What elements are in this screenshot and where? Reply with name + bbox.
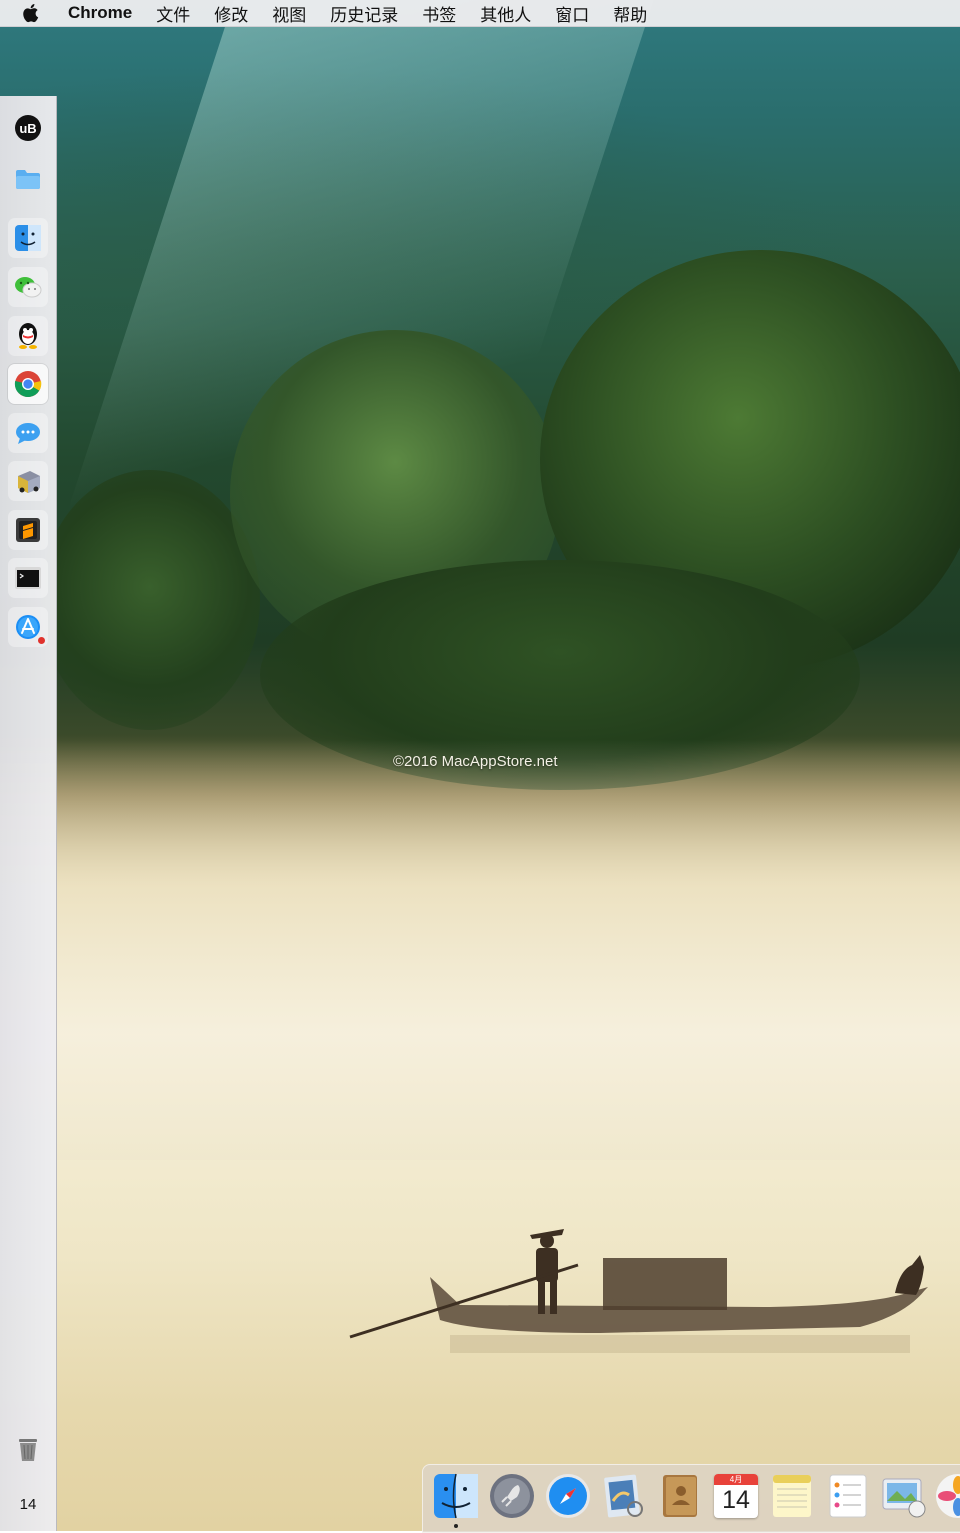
finder-icon[interactable] xyxy=(8,218,48,258)
date-label: 14 xyxy=(19,1496,37,1513)
menu-history[interactable]: 历史记录 xyxy=(330,1,398,26)
wallpaper-tree xyxy=(40,470,260,730)
calendar-icon[interactable]: 4月 14 xyxy=(711,1471,761,1521)
fisherman-boat-silhouette xyxy=(349,1229,928,1353)
finder-icon[interactable] xyxy=(431,1471,481,1521)
ublock-badge: uB xyxy=(15,115,41,141)
notification-dot xyxy=(38,637,45,644)
qq-icon[interactable] xyxy=(8,316,48,356)
trash-icon[interactable] xyxy=(8,1430,48,1470)
terminal-icon[interactable] xyxy=(8,558,48,598)
menu-window[interactable]: 窗口 xyxy=(555,1,589,26)
desktop-wallpaper: ©2016 MacAppStore.net xyxy=(0,0,960,1531)
notes-icon[interactable] xyxy=(767,1471,817,1521)
menu-app-name[interactable]: Chrome xyxy=(68,3,132,23)
wallpaper-mist xyxy=(0,740,960,1160)
folder-icon[interactable] xyxy=(8,159,48,199)
running-indicator xyxy=(454,1524,458,1528)
menu-file[interactable]: 文件 xyxy=(156,1,190,26)
sublime-text-icon[interactable] xyxy=(8,510,48,550)
calendar-face: 4月 14 xyxy=(714,1474,758,1518)
safari-icon[interactable] xyxy=(543,1471,593,1521)
calendar-month: 4月 xyxy=(714,1474,758,1485)
transmit-icon[interactable] xyxy=(8,461,48,501)
menu-people[interactable]: 其他人 xyxy=(480,1,531,26)
calendar-day: 14 xyxy=(722,1486,750,1514)
photo-booth-icon[interactable] xyxy=(879,1471,929,1521)
side-dock: uB 14 xyxy=(0,96,57,1531)
apple-icon[interactable] xyxy=(22,3,50,23)
wechat-icon[interactable] xyxy=(8,267,48,307)
wallpaper-watermark: ©2016 MacAppStore.net xyxy=(393,753,558,770)
menu-help[interactable]: 帮助 xyxy=(613,1,647,26)
ublock-icon[interactable]: uB xyxy=(8,108,48,148)
menu-edit[interactable]: 修改 xyxy=(214,1,248,26)
contacts-icon[interactable] xyxy=(655,1471,705,1521)
bottom-dock: 4月 14 xyxy=(422,1464,960,1533)
app-store-icon[interactable] xyxy=(8,607,48,647)
messages-icon[interactable] xyxy=(8,413,48,453)
menu-bookmarks[interactable]: 书签 xyxy=(422,1,456,26)
launchpad-icon[interactable] xyxy=(487,1471,537,1521)
photos-icon[interactable] xyxy=(933,1471,960,1521)
chrome-icon[interactable] xyxy=(8,364,48,404)
menu-bar: Chrome 文件 修改 视图 历史记录 书签 其他人 窗口 帮助 xyxy=(0,0,960,27)
reminders-icon[interactable] xyxy=(823,1471,873,1521)
menu-view[interactable]: 视图 xyxy=(272,1,306,26)
preview-icon[interactable] xyxy=(599,1471,649,1521)
